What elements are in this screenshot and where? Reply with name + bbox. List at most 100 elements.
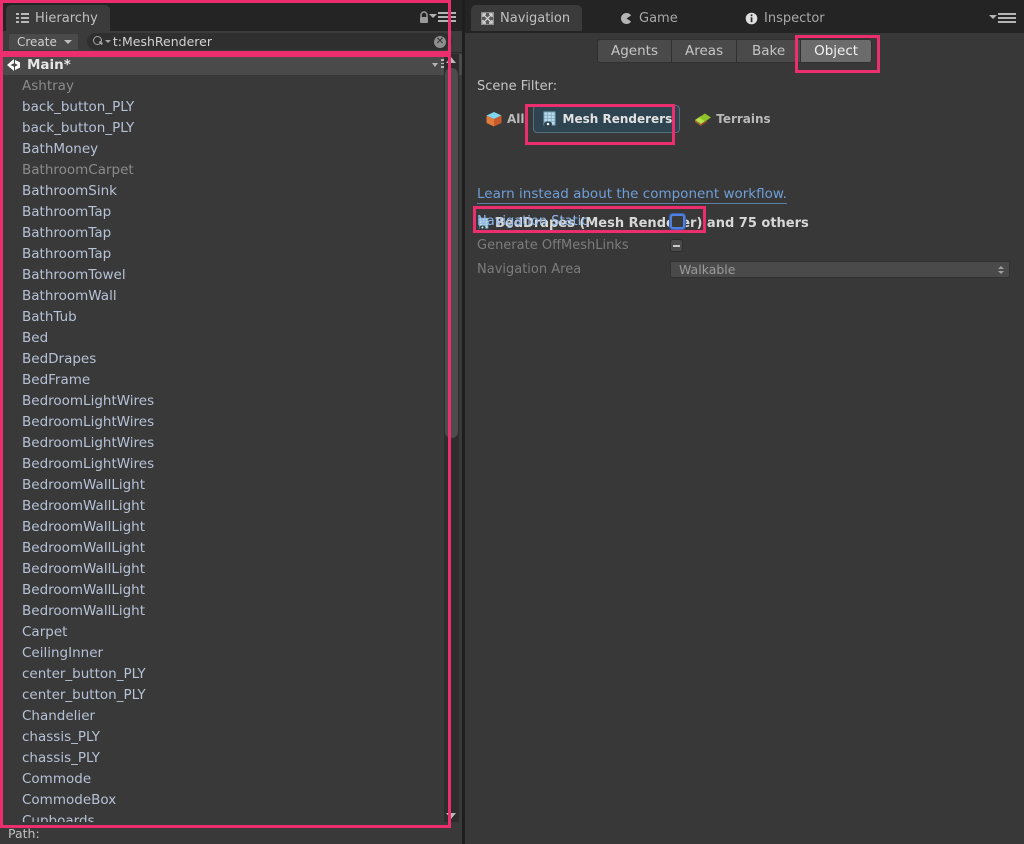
hierarchy-item[interactable]: BathroomTap: [0, 222, 462, 243]
create-button-label: Create: [17, 34, 57, 49]
hierarchy-item[interactable]: back_button_PLY: [0, 117, 462, 138]
hierarchy-item[interactable]: BathroomTowel: [0, 264, 462, 285]
hierarchy-scrollbar[interactable]: [444, 54, 459, 822]
navigation-static-checkbox[interactable]: [670, 214, 685, 229]
component-workflow-link[interactable]: Learn instead about the component workfl…: [477, 186, 787, 204]
hierarchy-item[interactable]: BedroomWallLight: [0, 516, 462, 537]
hierarchy-item-label: chassis_PLY: [22, 749, 100, 766]
hierarchy-item[interactable]: BedroomLightWires: [0, 432, 462, 453]
hierarchy-item[interactable]: CommodeBox: [0, 789, 462, 810]
hierarchy-item[interactable]: Chandelier: [0, 705, 462, 726]
tab-navigation[interactable]: Navigation: [471, 5, 583, 31]
hierarchy-item[interactable]: center_button_PLY: [0, 663, 462, 684]
hierarchy-item[interactable]: BedroomWallLight: [0, 474, 462, 495]
hierarchy-item[interactable]: BedroomWallLight: [0, 579, 462, 600]
filter-mesh-renderers-button[interactable]: Mesh Renderers: [532, 105, 681, 133]
tab-game-label: Game: [639, 10, 678, 26]
clear-search-icon[interactable]: ✕: [434, 35, 446, 48]
mesh-renderer-icon: [541, 111, 559, 128]
filter-terrains-label: Terrains: [716, 112, 771, 126]
hierarchy-item[interactable]: BedDrapes: [0, 348, 462, 369]
tab-hierarchy[interactable]: Hierarchy: [6, 5, 110, 31]
hierarchy-item-label: BathroomTap: [22, 203, 112, 220]
hierarchy-item[interactable]: BedroomWallLight: [0, 600, 462, 621]
hierarchy-item[interactable]: chassis_PLY: [0, 726, 462, 747]
hierarchy-item-label: Chandelier: [22, 707, 96, 724]
hierarchy-item-label: Carpet: [22, 623, 68, 640]
hierarchy-path-bar: Path:: [0, 822, 462, 844]
hierarchy-item[interactable]: Cupboards: [0, 810, 462, 823]
hierarchy-item[interactable]: BathMoney: [0, 138, 462, 159]
hierarchy-item[interactable]: chassis_PLY: [0, 747, 462, 768]
hierarchy-item[interactable]: Bed: [0, 327, 462, 348]
navigation-tab-strip: Navigation Game Inspector: [465, 0, 1024, 33]
hierarchy-item[interactable]: BedroomLightWires: [0, 453, 462, 474]
hierarchy-item[interactable]: CeilingInner: [0, 642, 462, 663]
subtab-bake[interactable]: Bake: [736, 39, 801, 63]
hierarchy-item[interactable]: BathroomTap: [0, 243, 462, 264]
tab-inspector[interactable]: Inspector: [735, 5, 837, 31]
subtab-object[interactable]: Object: [800, 39, 873, 63]
filter-mesh-renderers-label: Mesh Renderers: [562, 112, 673, 126]
scroll-up-arrow-icon[interactable]: [446, 57, 456, 63]
search-field[interactable]: t:MeshRenderer ✕: [86, 33, 452, 50]
hierarchy-item[interactable]: BathroomCarpet: [0, 159, 462, 180]
hierarchy-item[interactable]: BathroomSink: [0, 180, 462, 201]
hierarchy-item[interactable]: BedroomWallLight: [0, 495, 462, 516]
hierarchy-item-label: BedroomWallLight: [22, 518, 146, 535]
hierarchy-item-label: center_button_PLY: [22, 665, 146, 682]
hierarchy-item[interactable]: center_button_PLY: [0, 684, 462, 705]
hierarchy-item[interactable]: BedroomWallLight: [0, 537, 462, 558]
hierarchy-list-icon: [16, 12, 29, 24]
scrollbar-thumb[interactable]: [445, 68, 458, 438]
hierarchy-item-label: BedroomWallLight: [22, 539, 146, 556]
tab-game[interactable]: Game: [610, 5, 690, 31]
hierarchy-item-label: Bed: [22, 329, 49, 346]
filter-terrains-button[interactable]: Terrains: [686, 105, 778, 133]
hierarchy-item-label: BedroomLightWires: [22, 434, 155, 451]
hierarchy-item-label: BedroomWallLight: [22, 581, 146, 598]
chevron-down-icon: [63, 39, 72, 44]
hierarchy-item[interactable]: back_button_PLY: [0, 96, 462, 117]
hierarchy-item[interactable]: Commode: [0, 768, 462, 789]
generate-offmeshlinks-checkbox[interactable]: [670, 239, 683, 252]
hierarchy-item-label: BathroomTap: [22, 245, 112, 262]
scene-filter-label: Scene Filter:: [477, 79, 558, 94]
tab-navigation-label: Navigation: [500, 10, 571, 26]
generate-offmeshlinks-row[interactable]: Generate OffMeshLinks: [477, 236, 1010, 255]
search-input[interactable]: t:MeshRenderer: [113, 34, 434, 49]
navigation-area-row[interactable]: Navigation Area Walkable: [477, 260, 1010, 279]
scroll-down-arrow-icon[interactable]: [446, 813, 456, 819]
subtab-object-label: Object: [814, 43, 859, 59]
hierarchy-item[interactable]: BedroomWallLight: [0, 558, 462, 579]
navigation-area-dropdown[interactable]: Walkable: [670, 261, 1010, 278]
hierarchy-item-label: Cupboards: [22, 812, 95, 823]
hierarchy-item[interactable]: Ashtray: [0, 75, 462, 96]
cube-icon: [485, 111, 503, 128]
hierarchy-item[interactable]: Carpet: [0, 621, 462, 642]
hierarchy-item[interactable]: BathTub: [0, 306, 462, 327]
hierarchy-tree[interactable]: Main* Ashtray back_button_PLY back_button_…: [0, 54, 462, 822]
hierarchy-item-label: chassis_PLY: [22, 728, 100, 745]
subtab-areas[interactable]: Areas: [671, 39, 737, 63]
create-button[interactable]: Create: [8, 32, 79, 51]
subtab-agents-label: Agents: [611, 43, 658, 59]
hierarchy-item[interactable]: BathroomWall: [0, 285, 462, 306]
chevron-updown-icon: [998, 265, 1004, 274]
hierarchy-item-label: BedroomWallLight: [22, 560, 146, 577]
filter-all-button[interactable]: All: [477, 105, 533, 133]
search-dropdown-caret-icon[interactable]: [104, 40, 111, 43]
hierarchy-menu-icon[interactable]: [429, 12, 456, 22]
path-label: Path:: [8, 825, 40, 841]
hierarchy-item-label: BedroomWallLight: [22, 602, 146, 619]
navigation-static-row[interactable]: Navigation Static: [477, 212, 1010, 231]
hierarchy-scene-root-label: Main*: [27, 56, 71, 73]
hierarchy-item[interactable]: BathroomTap: [0, 201, 462, 222]
subtab-agents[interactable]: Agents: [597, 39, 671, 63]
hierarchy-item[interactable]: BedFrame: [0, 369, 462, 390]
hierarchy-tab-strip: Hierarchy: [0, 0, 462, 31]
navigation-menu-icon[interactable]: [989, 13, 1016, 23]
hierarchy-scene-root[interactable]: Main*: [0, 54, 462, 75]
hierarchy-item[interactable]: BedroomLightWires: [0, 411, 462, 432]
hierarchy-item[interactable]: BedroomLightWires: [0, 390, 462, 411]
